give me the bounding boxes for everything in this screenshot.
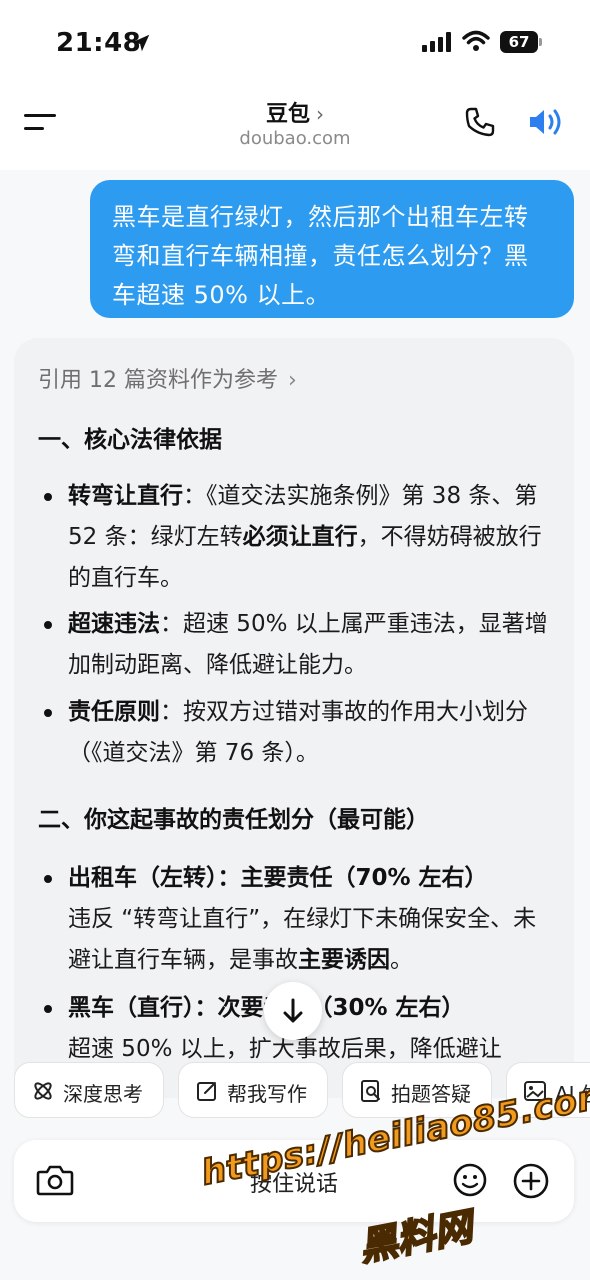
- user-message-bubble[interactable]: 黑车是直行绿灯，然后那个出租车左转弯和直行车辆相撞，责任怎么划分？黑车超速 50…: [90, 180, 574, 318]
- hold-to-talk-button[interactable]: 按住说话: [14, 1166, 574, 1198]
- status-bar: 21:48 67: [0, 0, 590, 86]
- page-title: 豆包: [265, 102, 310, 127]
- chip-label: 帮我写作: [227, 1082, 307, 1106]
- section-heading-1: 一、核心法律依据: [38, 427, 222, 453]
- item-label: 出租车（左转）：主要责任（70% 左右）: [68, 865, 488, 891]
- image-icon: [524, 1081, 546, 1101]
- page-subtitle: doubao.com: [239, 128, 351, 149]
- quick-actions-row: 深度思考 帮我写作 拍题答疑 AI 生: [0, 1062, 590, 1120]
- item-text-tail: 。: [390, 947, 413, 973]
- list-item: 转弯让直行：《道交法实施条例》第 38 条、第 52 条：绿灯左转必须让直行，不…: [38, 476, 558, 599]
- edit-icon: [197, 1082, 216, 1101]
- help-write-button[interactable]: 帮我写作: [178, 1062, 328, 1118]
- list-item: 责任原则：按双方过错对事故的作用大小划分（《道交法》第 76 条）。: [38, 692, 558, 774]
- section-heading-2: 二、你这起事故的责任划分（最可能）: [38, 807, 429, 833]
- photo-question-button[interactable]: 拍题答疑: [342, 1062, 492, 1118]
- bullet-dot: [44, 709, 52, 717]
- chevron-right-icon: ›: [316, 102, 324, 126]
- chip-label: 深度思考: [63, 1082, 143, 1106]
- wifi-icon: [462, 30, 490, 51]
- item-label: 超速违法: [68, 611, 160, 637]
- cellular-signal-icon: [422, 32, 451, 52]
- item-emphasis: 必须让直行: [242, 524, 358, 550]
- list-item: 超速违法：超速 50% 以上属严重违法，显著增加制动距离、降低避让能力。: [38, 604, 558, 686]
- list-item: 出租车（左转）：主要责任（70% 左右） 违反 “转弯让直行”，在绿灯下未确保安全…: [38, 858, 558, 981]
- chat-header: 豆包 › doubao.com: [0, 86, 590, 170]
- phone-icon[interactable]: [464, 106, 496, 138]
- item-label: 责任原则: [68, 699, 160, 725]
- battery-tip: [539, 38, 542, 46]
- title-button[interactable]: 豆包 ›: [0, 96, 590, 128]
- battery-icon: 67: [500, 31, 542, 53]
- plus-icon[interactable]: [512, 1162, 550, 1200]
- item-emphasis: 主要诱因: [298, 947, 390, 973]
- ai-create-button[interactable]: AI 生: [506, 1062, 590, 1118]
- bullet-dot: [44, 621, 52, 629]
- atom-icon: [34, 1082, 52, 1100]
- item-text: 超速 50% 以上，扩大事故后果，降低避让: [68, 1036, 502, 1062]
- status-time: 21:48: [56, 28, 142, 58]
- scan-question-icon: [361, 1080, 380, 1102]
- bullet-dot: [44, 1005, 52, 1013]
- bullet-dot: [44, 875, 52, 883]
- references-label: 引用 12 篇资料作为参考: [38, 368, 278, 393]
- item-label: 转弯让直行: [68, 483, 183, 509]
- scroll-down-button[interactable]: [264, 982, 322, 1040]
- arrow-down-icon: [283, 998, 303, 1023]
- location-arrow-icon: [132, 34, 150, 52]
- bullet-dot: [44, 493, 52, 501]
- chevron-right-icon: ›: [287, 368, 297, 393]
- emoji-icon[interactable]: [452, 1162, 488, 1198]
- input-bar: 按住说话: [14, 1140, 574, 1222]
- references-link[interactable]: 引用 12 篇资料作为参考 ›: [38, 362, 297, 394]
- chip-label: AI 生: [555, 1082, 590, 1106]
- chip-label: 拍题答疑: [391, 1082, 471, 1106]
- speaker-icon[interactable]: [526, 106, 566, 138]
- battery-level: 67: [500, 31, 538, 53]
- deep-think-button[interactable]: 深度思考: [14, 1062, 164, 1118]
